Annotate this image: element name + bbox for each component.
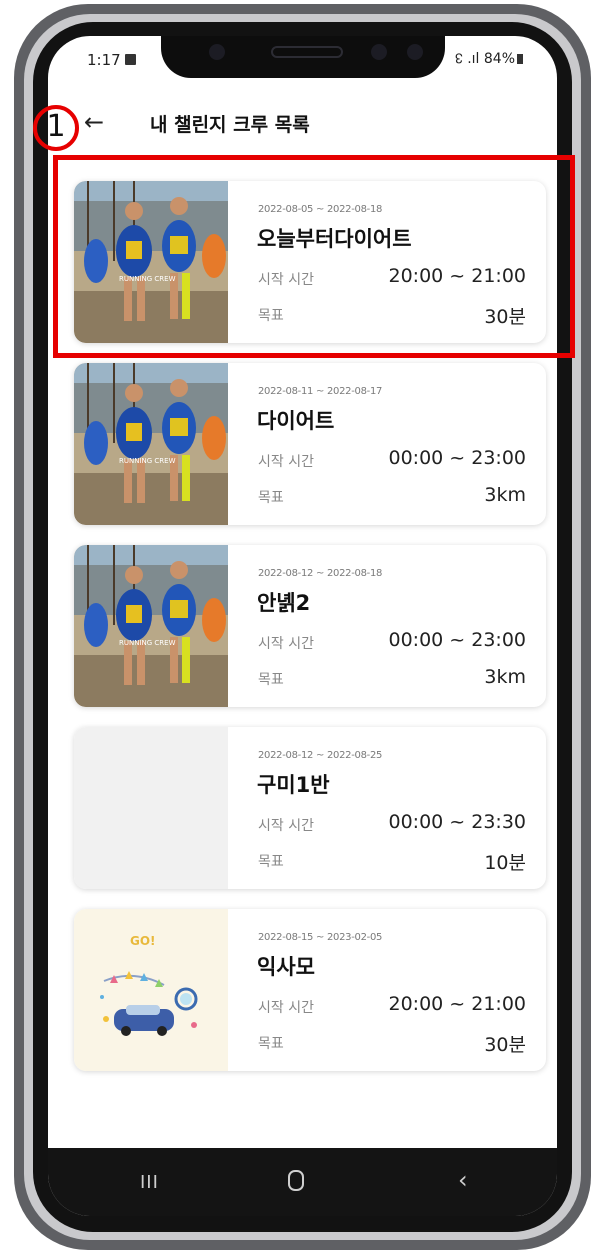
crew-card[interactable]: RUNNING CREW 2022-08-11 ~ 2022-08-17 다이어… bbox=[74, 363, 546, 525]
battery-icon bbox=[517, 54, 523, 64]
crew-thumbnail-blank bbox=[74, 727, 228, 889]
nav-back-icon[interactable]: ‹ bbox=[458, 1166, 468, 1194]
date-range: 2022-08-11 ~ 2022-08-17 bbox=[258, 386, 383, 397]
crew-card[interactable]: GO! 2022-08-15 ~ 2023-02-05 익사모 시작 시간 20… bbox=[74, 909, 546, 1071]
camera-icon bbox=[371, 44, 387, 60]
crew-name: 다이어트 bbox=[257, 409, 335, 433]
crew-name: 구미1반 bbox=[257, 773, 330, 797]
status-indicators: ↋ .ıl 84% bbox=[455, 51, 523, 67]
start-time-label: 시작 시간 bbox=[258, 1000, 314, 1016]
goal-label: 목표 bbox=[258, 1036, 284, 1052]
runners-banner-text: RUNNING CREW bbox=[119, 457, 176, 465]
annotation-highlight-box bbox=[53, 155, 575, 358]
sensor-icon bbox=[407, 44, 423, 60]
date-range: 2022-08-15 ~ 2023-02-05 bbox=[258, 932, 383, 943]
home-icon[interactable] bbox=[288, 1170, 304, 1191]
start-time-label: 시작 시간 bbox=[258, 818, 314, 834]
goal-value: 3km bbox=[484, 484, 526, 506]
navigation-bar: III ‹ bbox=[48, 1148, 557, 1216]
goal-value: 10분 bbox=[484, 852, 526, 874]
status-text: ↋ .ıl 84% bbox=[454, 51, 515, 67]
annotation-number: 1 bbox=[46, 109, 66, 144]
crew-card[interactable]: 2022-08-12 ~ 2022-08-25 구미1반 시작 시간 00:00… bbox=[74, 727, 546, 889]
crew-thumbnail-go: GO! bbox=[74, 909, 228, 1071]
runners-banner-text: RUNNING CREW bbox=[119, 639, 176, 647]
crew-name: 안녥2 bbox=[257, 591, 311, 615]
date-range: 2022-08-12 ~ 2022-08-18 bbox=[258, 568, 383, 579]
start-time-value: 20:00 ~ 21:00 bbox=[388, 993, 526, 1015]
back-arrow-icon[interactable]: ← bbox=[84, 108, 104, 136]
start-time-label: 시작 시간 bbox=[258, 636, 314, 652]
goal-label: 목표 bbox=[258, 490, 284, 506]
crew-thumbnail-runners: RUNNING CREW bbox=[74, 545, 228, 707]
go-illustration-text: GO! bbox=[130, 934, 156, 948]
crew-name: 익사모 bbox=[257, 955, 315, 979]
start-time-value: 00:00 ~ 23:00 bbox=[388, 447, 526, 469]
goal-label: 목표 bbox=[258, 854, 284, 870]
status-time: 1:17 bbox=[87, 51, 121, 69]
camera-notch bbox=[161, 36, 445, 78]
gallery-notification-icon bbox=[125, 54, 136, 65]
start-time-value: 00:00 ~ 23:00 bbox=[388, 629, 526, 651]
start-time-value: 00:00 ~ 23:30 bbox=[388, 811, 526, 833]
start-time-label: 시작 시간 bbox=[258, 454, 314, 470]
recent-apps-icon[interactable]: III bbox=[140, 1172, 159, 1193]
goal-value: 3km bbox=[484, 666, 526, 688]
sensor-icon bbox=[209, 44, 225, 60]
date-range: 2022-08-12 ~ 2022-08-25 bbox=[258, 750, 383, 761]
goal-value: 30분 bbox=[484, 1034, 526, 1056]
crew-thumbnail-runners: RUNNING CREW bbox=[74, 363, 228, 525]
goal-label: 목표 bbox=[258, 672, 284, 688]
crew-card[interactable]: RUNNING CREW 2022-08-12 ~ 2022-08-18 안녥2… bbox=[74, 545, 546, 707]
speaker-grille bbox=[271, 46, 343, 58]
page-title: 내 챌린지 크루 목록 bbox=[150, 114, 310, 136]
